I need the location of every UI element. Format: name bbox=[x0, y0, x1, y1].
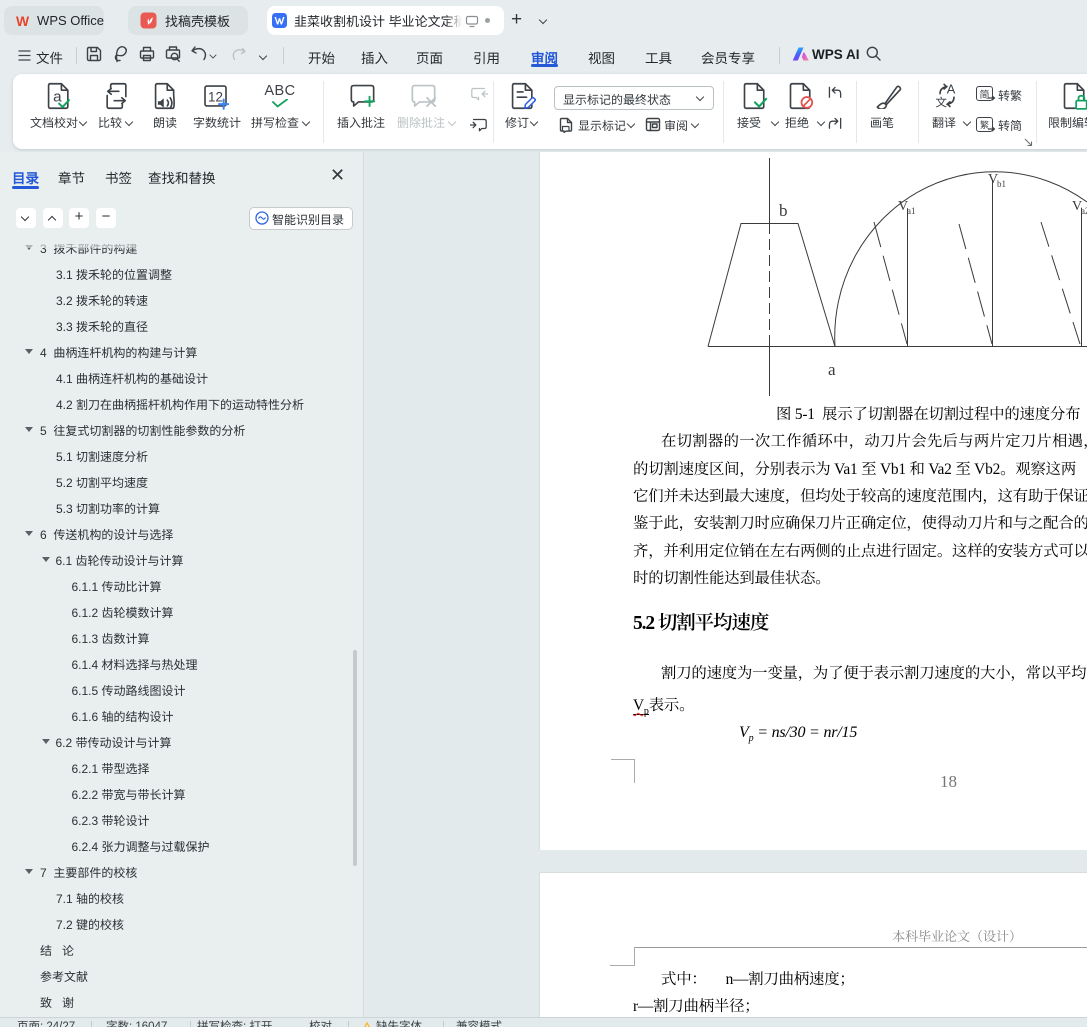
svg-text:文: 文 bbox=[935, 94, 947, 111]
svg-text:ABC: ABC bbox=[264, 83, 295, 98]
svg-text:a2: a2 bbox=[1081, 206, 1087, 216]
svg-text:a: a bbox=[828, 360, 836, 379]
svg-text:b: b bbox=[779, 201, 788, 220]
svg-text:W: W bbox=[16, 12, 30, 28]
svg-text:b1: b1 bbox=[997, 179, 1006, 189]
svg-text:12: 12 bbox=[208, 89, 223, 104]
svg-text:a1: a1 bbox=[907, 206, 916, 216]
svg-text:a: a bbox=[53, 88, 62, 105]
svg-text:A: A bbox=[947, 82, 956, 97]
